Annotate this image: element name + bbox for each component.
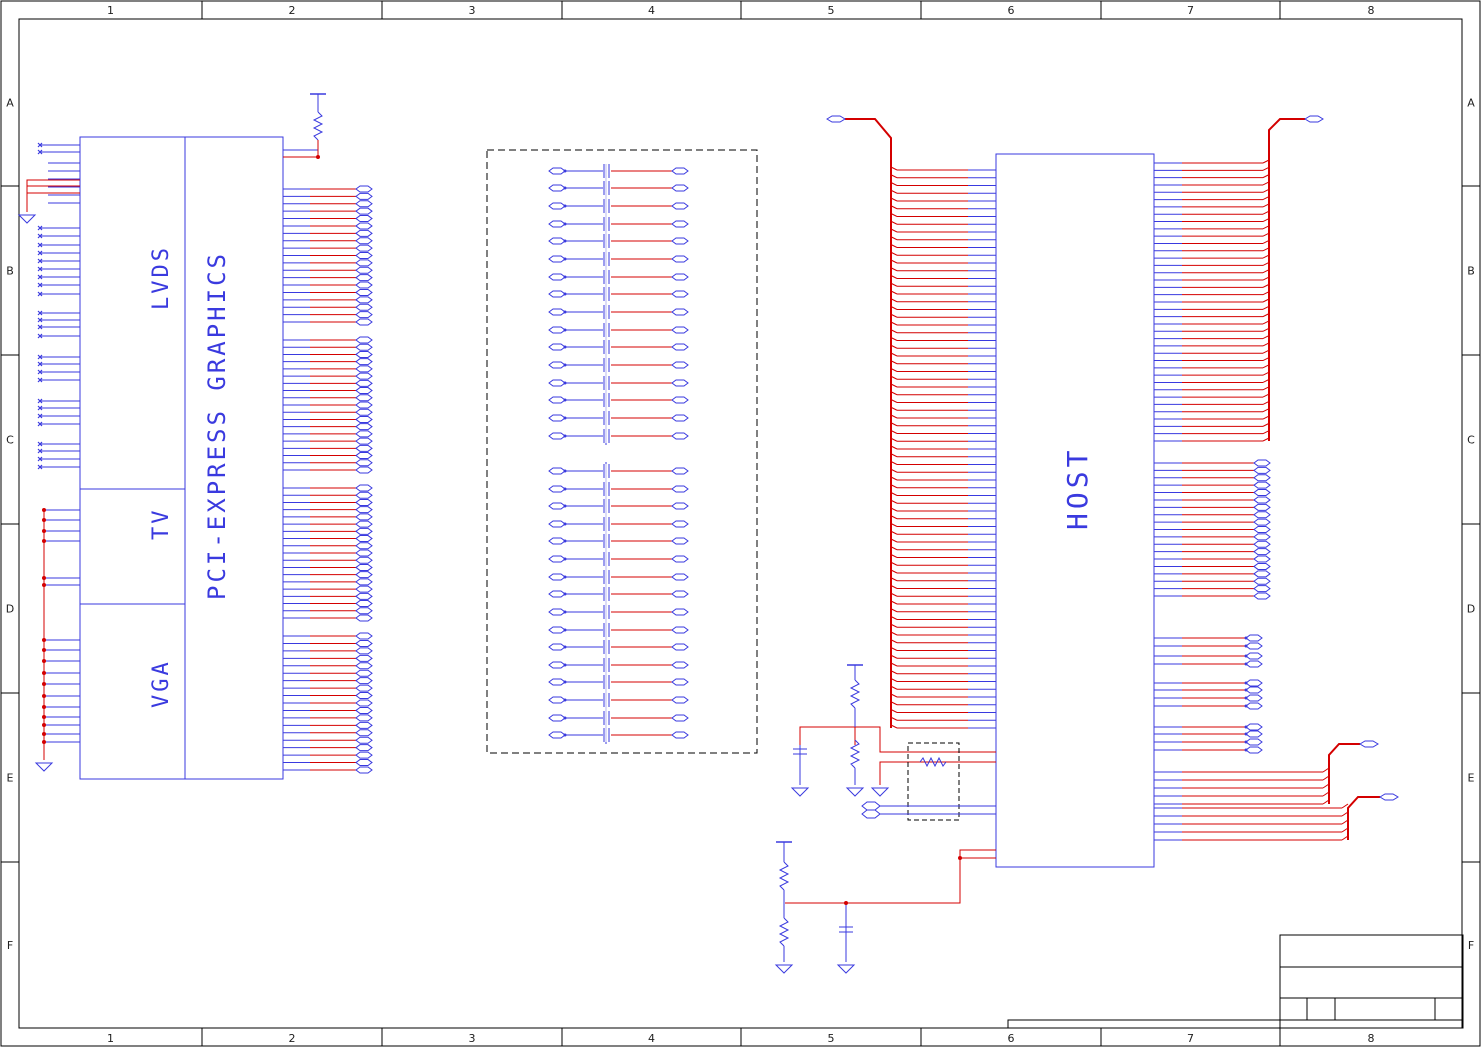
zone-row-label: C — [6, 434, 14, 447]
zone-row-label: A — [6, 97, 14, 110]
tv-label: TV — [149, 508, 174, 541]
zone-row-label: B — [6, 265, 14, 278]
junction-dot — [563, 186, 567, 190]
zone-column-label: 7 — [1187, 1032, 1194, 1045]
zone-row-label: C — [1467, 434, 1475, 447]
zone-column-label: 2 — [289, 4, 296, 17]
junction-dot — [563, 239, 567, 243]
junction-dot — [563, 204, 567, 208]
zone-column-label: 4 — [648, 1032, 655, 1045]
zone-column-label: 4 — [648, 4, 655, 17]
zone-row-label: E — [7, 772, 14, 785]
zone-row-label: F — [7, 939, 13, 952]
zone-column-label: 8 — [1368, 1032, 1375, 1045]
zone-column-label: 5 — [828, 1032, 835, 1045]
junction-dot — [563, 345, 567, 349]
zone-column-label: 6 — [1008, 4, 1015, 17]
junction-dot — [563, 487, 567, 491]
junction-dot — [563, 292, 567, 296]
vga-label: VGA — [149, 659, 174, 708]
junction-dot — [563, 434, 567, 438]
junction-dot — [563, 328, 567, 332]
junction-dot — [563, 610, 567, 614]
junction-dot — [563, 592, 567, 596]
zone-row-label: D — [6, 603, 14, 616]
junction-dot — [563, 257, 567, 261]
junction-dot — [563, 169, 567, 173]
host-label: HOST — [1061, 447, 1094, 530]
zone-column-label: 6 — [1008, 1032, 1015, 1045]
junction-dot — [563, 416, 567, 420]
junction-dot — [563, 628, 567, 632]
junction-dot — [563, 698, 567, 702]
zone-row-label: F — [1468, 939, 1474, 952]
junction-dot — [563, 222, 567, 226]
junction-dot — [563, 398, 567, 402]
junction-dot — [563, 381, 567, 385]
zone-row-label: D — [1467, 603, 1475, 616]
junction-dot — [563, 645, 567, 649]
junction-dot — [563, 310, 567, 314]
junction-dot — [563, 363, 567, 367]
zone-column-label: 3 — [469, 4, 476, 17]
junction-dot — [563, 522, 567, 526]
zone-column-label: 7 — [1187, 4, 1194, 17]
junction-dot — [563, 275, 567, 279]
zone-column-label: 1 — [107, 1032, 114, 1045]
junction-dot — [563, 575, 567, 579]
zone-row-label: E — [1468, 772, 1475, 785]
zone-column-label: 5 — [828, 4, 835, 17]
pcie-graphics-label: PCI-EXPRESS GRAPHICS — [203, 251, 231, 600]
junction-dot — [563, 469, 567, 473]
junction-dot — [563, 733, 567, 737]
zone-row-label: B — [1467, 265, 1475, 278]
schematic-sheet: 12345678 12345678 ABCDEF ABCDEF LVDS TV … — [0, 0, 1481, 1047]
junction-dot — [563, 716, 567, 720]
zone-column-label: 3 — [469, 1032, 476, 1045]
junction-dot — [563, 557, 567, 561]
zone-column-label: 2 — [289, 1032, 296, 1045]
junction-dot — [563, 680, 567, 684]
junction-dot — [563, 504, 567, 508]
junction-dot — [563, 539, 567, 543]
zone-row-label: A — [1467, 97, 1475, 110]
zone-column-label: 1 — [107, 4, 114, 17]
lvds-label: LVDS — [149, 245, 174, 310]
junction-dot — [563, 663, 567, 667]
zone-column-label: 8 — [1368, 4, 1375, 17]
